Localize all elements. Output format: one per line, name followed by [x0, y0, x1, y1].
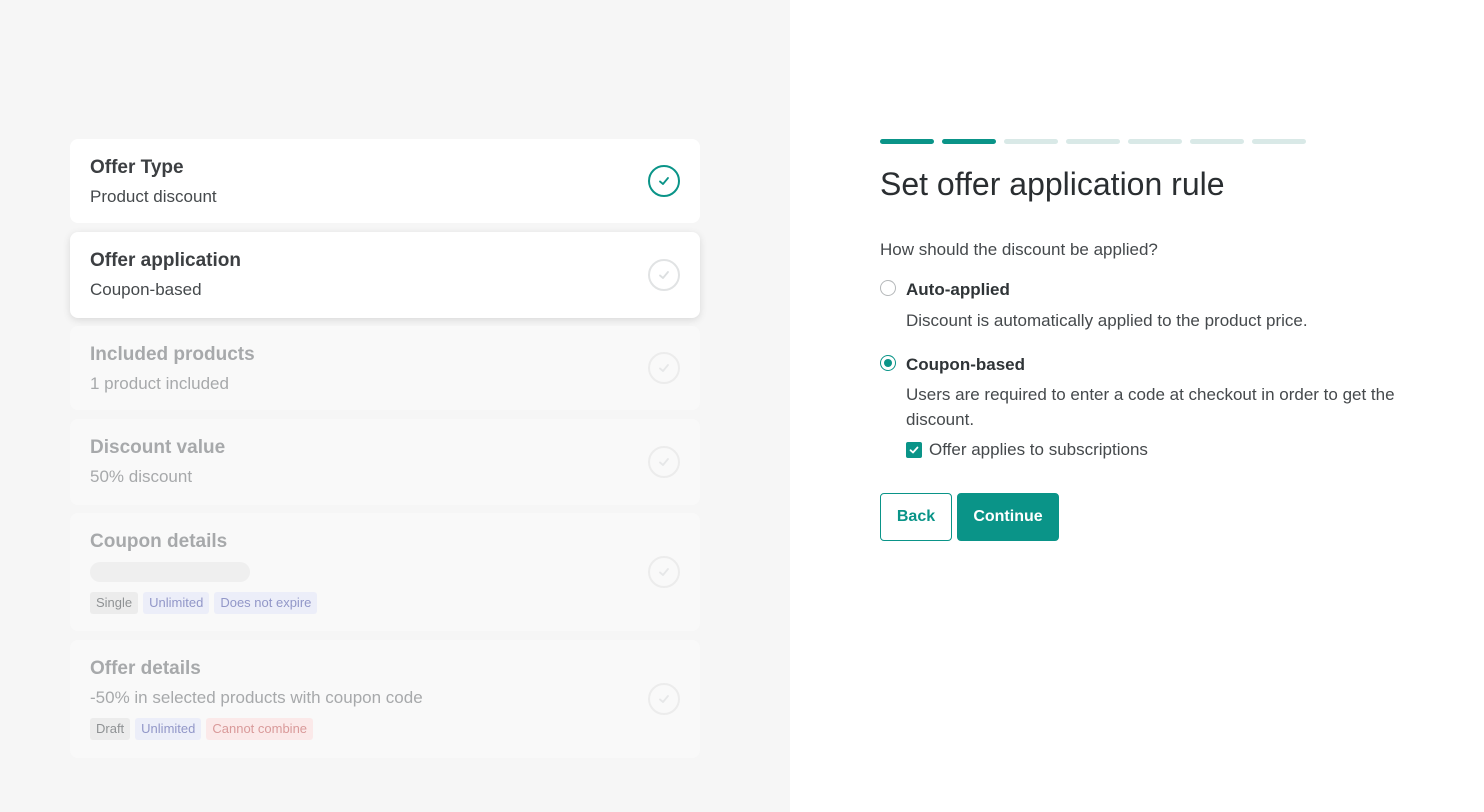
- progress-segment: [1004, 139, 1058, 144]
- check-icon: [648, 446, 680, 478]
- step-title: Offer details: [90, 658, 201, 679]
- subscriptions-checkbox[interactable]: [906, 442, 922, 458]
- progress-segment: [1128, 139, 1182, 144]
- step-card-offer-application[interactable]: Offer application Coupon-based: [70, 232, 700, 318]
- coupon-based-radio[interactable]: [880, 355, 896, 371]
- step-card-included-products[interactable]: Included products 1 product included: [70, 326, 700, 410]
- step-subtitle: 50% discount: [90, 467, 193, 486]
- step-subtitle: 1 product included: [90, 374, 229, 393]
- page-title: Set offer application rule: [880, 166, 1225, 202]
- tag: Unlimited: [135, 718, 202, 740]
- progress-segment: [942, 139, 996, 144]
- step-title: Offer Type: [90, 157, 184, 178]
- check-icon: [648, 683, 680, 715]
- check-icon: [909, 446, 919, 454]
- step-subtitle: Product discount: [90, 187, 217, 206]
- auto-applied-radio[interactable]: [880, 280, 896, 296]
- continue-button[interactable]: Continue: [957, 493, 1059, 541]
- coupon-based-label[interactable]: Coupon-based: [906, 355, 1025, 375]
- form-panel: Set offer application rule How should th…: [790, 0, 1484, 812]
- step-card-coupon-details[interactable]: Coupon details Single Unlimited Does not…: [70, 513, 700, 631]
- step-subtitle: Coupon-based: [90, 280, 202, 299]
- step-card-discount-value[interactable]: Discount value 50% discount: [70, 419, 700, 505]
- auto-applied-label[interactable]: Auto-applied: [906, 280, 1010, 300]
- step-title: Offer application: [90, 250, 241, 271]
- progress-bar: [880, 139, 1306, 144]
- coupon-based-description: Users are required to enter a code at ch…: [906, 385, 1395, 429]
- tag: Unlimited: [143, 592, 210, 614]
- step-title: Included products: [90, 344, 255, 365]
- step-title: Discount value: [90, 437, 226, 458]
- progress-segment: [1190, 139, 1244, 144]
- progress-segment: [880, 139, 934, 144]
- tag: Single: [90, 592, 139, 614]
- check-icon: [648, 259, 680, 291]
- auto-applied-description: Discount is automatically applied to the…: [906, 311, 1308, 330]
- question-label: How should the discount be applied?: [880, 240, 1158, 259]
- check-icon: [648, 165, 680, 197]
- progress-segment: [1252, 139, 1306, 144]
- steps-panel: Offer Type Product discount Offer applic…: [0, 0, 790, 812]
- step-subtitle: -50% in selected products with coupon co…: [90, 688, 423, 707]
- coupon-tags: Single Unlimited Does not expire: [90, 592, 318, 614]
- coupon-code-placeholder: [90, 562, 250, 582]
- tag: Does not expire: [214, 592, 318, 614]
- subscriptions-label[interactable]: Offer applies to subscriptions: [929, 440, 1148, 460]
- check-icon: [648, 352, 680, 384]
- step-card-offer-details[interactable]: Offer details -50% in selected products …: [70, 640, 700, 758]
- step-title: Coupon details: [90, 531, 228, 552]
- offer-tags: Draft Unlimited Cannot combine: [90, 718, 314, 740]
- step-card-offer-type[interactable]: Offer Type Product discount: [70, 139, 700, 223]
- back-button[interactable]: Back: [880, 493, 952, 541]
- check-icon: [648, 556, 680, 588]
- tag: Cannot combine: [206, 718, 314, 740]
- progress-segment: [1066, 139, 1120, 144]
- tag: Draft: [90, 718, 131, 740]
